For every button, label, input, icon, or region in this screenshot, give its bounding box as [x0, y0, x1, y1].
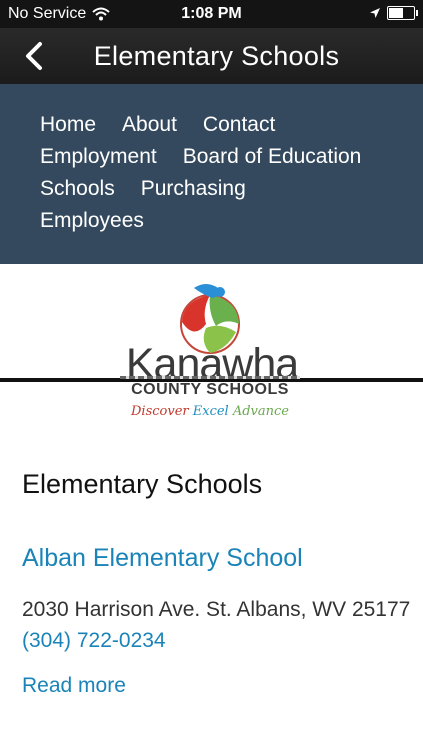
school-phone-link[interactable]: (304) 722-0234 [22, 629, 166, 652]
menu-item-contact[interactable]: Contact [203, 112, 275, 138]
menu-item-about[interactable]: About [122, 112, 177, 138]
menu-item-employment[interactable]: Employment [40, 144, 157, 170]
tagline-excel: Excel [192, 404, 229, 419]
kanawha-logo: Kanawha COUNTY SCHOOLS Discover Excel Ad… [110, 284, 310, 424]
page-heading: Elementary Schools [22, 469, 263, 499]
menu-item-board-of-education[interactable]: Board of Education [183, 144, 362, 170]
menu-list: Home About Contact Employment Board of E… [40, 112, 370, 234]
school-address: 2030 Harrison Ave. St. Albans, WV 25177 … [22, 594, 412, 656]
school-name-link[interactable]: Alban Elementary School [22, 542, 412, 574]
tagline-discover: Discover [130, 404, 189, 419]
nav-bar: Elementary Schools [0, 28, 423, 84]
read-more-link[interactable]: Read more [22, 674, 412, 698]
logo-tagline: Discover Excel Advance [110, 404, 310, 419]
status-time: 1:08 PM [181, 5, 242, 22]
nav-title: Elementary Schools [93, 41, 340, 71]
site-menu: Home About Contact Employment Board of E… [0, 84, 423, 264]
menu-item-schools[interactable]: Schools [40, 176, 115, 202]
menu-item-employees[interactable]: Employees [40, 208, 144, 234]
main-content: Elementary Schools Alban Elementary Scho… [22, 466, 412, 698]
status-right [369, 6, 418, 20]
menu-item-purchasing[interactable]: Purchasing [141, 176, 246, 202]
school-address-text: 2030 Harrison Ave. St. Albans, WV 25177 [22, 598, 411, 621]
status-bar: No Service 1:08 PM [0, 0, 423, 28]
menu-item-home[interactable]: Home [40, 112, 96, 138]
render-artifact [0, 376, 423, 384]
location-arrow-icon [370, 8, 380, 18]
battery-icon [387, 6, 418, 20]
tagline-advance: Advance [232, 404, 289, 419]
